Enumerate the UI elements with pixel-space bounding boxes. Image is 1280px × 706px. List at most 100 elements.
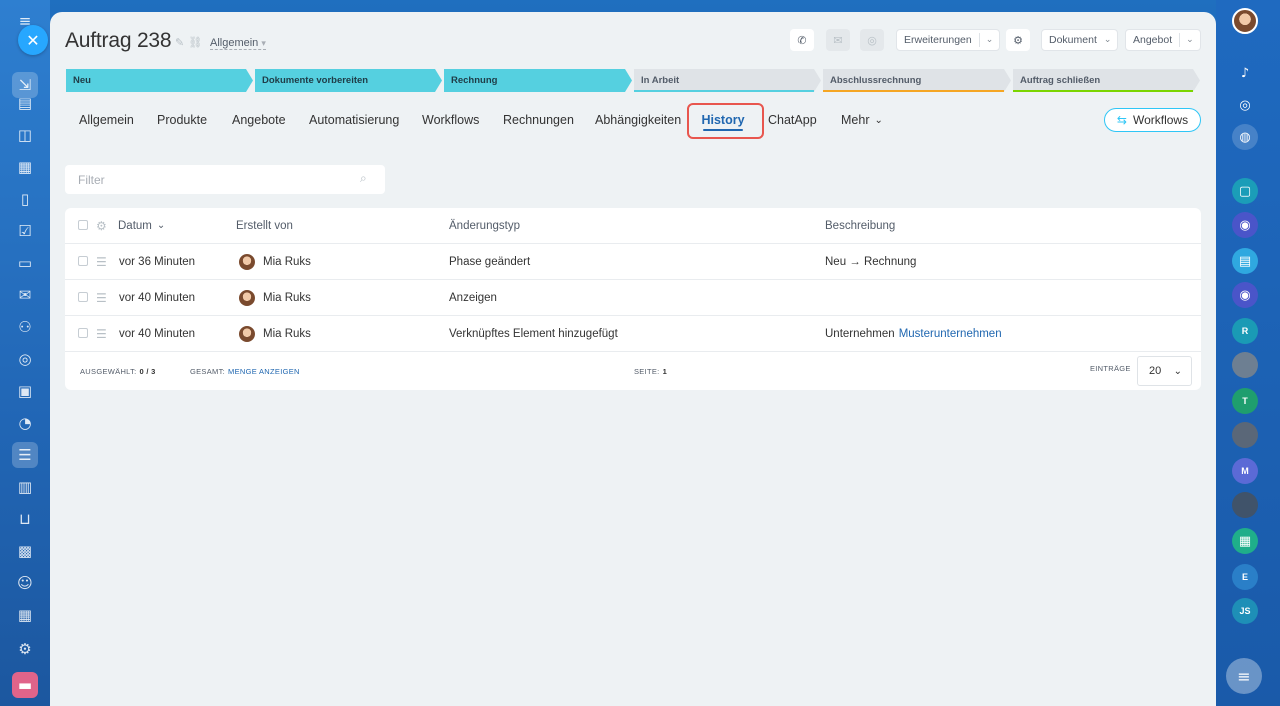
- sidebar-item-settings-icon[interactable]: ⚙: [12, 636, 38, 662]
- sidebar-item-monitor-icon[interactable]: ▣: [12, 378, 38, 404]
- support-icon[interactable]: ▤: [1232, 248, 1258, 274]
- row-checkbox[interactable]: [78, 256, 88, 266]
- chevron-down-icon: ⌄: [985, 35, 994, 45]
- total-count: Gesamt: Menge anzeigen: [190, 366, 300, 376]
- stage-auftrag-schliessen[interactable]: Auftrag schließen: [1013, 69, 1200, 92]
- active-tab-highlight: [687, 103, 764, 139]
- row-author[interactable]: Mia Ruks: [239, 244, 311, 279]
- search-icon[interactable]: ⌕: [360, 171, 367, 186]
- tab-workflows[interactable]: Workflows: [422, 104, 479, 136]
- workflows-button[interactable]: ⇆ Workflows: [1104, 108, 1201, 132]
- sidebar-item-storage-icon[interactable]: ▭: [12, 250, 38, 276]
- table-row[interactable]: ☰ vor 40 Minuten Mia Ruks Verknüpftes El…: [65, 316, 1201, 352]
- contact-avatar-js[interactable]: JS: [1232, 598, 1258, 624]
- history-table: ⚙ Datum ⌄ Erstellt von Änderungstyp Besch…: [65, 208, 1201, 390]
- sidebar-item-calendar-icon[interactable]: ▦: [12, 154, 38, 180]
- row-menu-icon[interactable]: ☰: [96, 244, 107, 279]
- tab-chatapp[interactable]: ChatApp: [768, 104, 817, 136]
- column-datum[interactable]: Datum ⌄: [118, 208, 165, 243]
- edit-link-icons[interactable]: ✎⛓: [175, 36, 206, 49]
- row-author[interactable]: Mia Ruks: [239, 316, 311, 351]
- sidebar-item-box-icon[interactable]: ▩: [12, 538, 38, 564]
- activity-icon[interactable]: ◎: [1232, 92, 1258, 118]
- sidebar-item-mail-icon[interactable]: ✉: [12, 282, 38, 308]
- chevron-down-icon: ▾: [261, 38, 266, 48]
- chevron-down-icon: ⌄: [1186, 35, 1194, 45]
- messages-icon[interactable]: ◍: [1232, 124, 1258, 150]
- table-row[interactable]: ☰ vor 36 Minuten Mia Ruks Phase geändert…: [65, 244, 1201, 280]
- stage-rechnung[interactable]: Rechnung: [444, 69, 632, 92]
- tab-mehr[interactable]: Mehr ⌄: [841, 104, 883, 136]
- table-header: ⚙ Datum ⌄ Erstellt von Änderungstyp Besch…: [65, 208, 1201, 244]
- company-link[interactable]: Musterunternehmen: [899, 328, 1002, 340]
- chat-button[interactable]: ◎: [860, 29, 884, 51]
- category-selector[interactable]: Allgemein ▾: [210, 37, 266, 50]
- page-title: Auftrag 238: [65, 29, 172, 52]
- sidebar-item-market-icon[interactable]: ▬: [12, 672, 38, 698]
- row-menu-icon[interactable]: ☰: [96, 316, 107, 351]
- stage-abschlussrechnung[interactable]: Abschlussrechnung: [823, 69, 1011, 92]
- row-checkbox[interactable]: [78, 292, 88, 302]
- sidebar-item-checklist-icon[interactable]: ☑: [12, 218, 38, 244]
- workflows-button-label: Workflows: [1132, 113, 1189, 127]
- column-beschreibung[interactable]: Beschreibung: [825, 208, 895, 243]
- contact-avatar-photo-3[interactable]: [1232, 492, 1258, 518]
- column-erstellt-von[interactable]: Erstellt von: [236, 208, 293, 243]
- search-chat-icon[interactable]: ▢: [1232, 178, 1258, 204]
- group-icon[interactable]: ▦: [1232, 528, 1258, 554]
- offer-button[interactable]: Angebot ⌄: [1125, 29, 1201, 51]
- contact-avatar-t[interactable]: T: [1232, 388, 1258, 414]
- sidebar-item-documents-icon[interactable]: ▯: [12, 186, 38, 212]
- offer-label: Angebot: [1133, 34, 1173, 46]
- channel-icon[interactable]: ◉: [1232, 212, 1258, 238]
- filter-input[interactable]: [65, 165, 385, 194]
- notifications-icon[interactable]: ♪: [1232, 60, 1258, 86]
- row-author[interactable]: Mia Ruks: [239, 280, 311, 315]
- sidebar-item-goals-icon[interactable]: ◔: [12, 410, 38, 436]
- column-aenderungstyp[interactable]: Änderungstyp: [449, 208, 520, 243]
- entries-per-page-select[interactable]: 20 ⌄: [1137, 356, 1192, 386]
- sidebar-item-crm-icon[interactable]: ☰: [12, 442, 38, 468]
- contact-avatar-photo-1[interactable]: [1232, 352, 1258, 378]
- sidebar-item-robot-icon[interactable]: ☺: [12, 570, 38, 596]
- document-button[interactable]: Dokument ⌄: [1041, 29, 1119, 51]
- sidebar-item-building-icon[interactable]: ▦: [12, 602, 38, 628]
- sidebar-item-target-icon[interactable]: ◎: [12, 346, 38, 372]
- tab-produkte[interactable]: Produkte: [157, 104, 207, 136]
- contact-avatar-r[interactable]: R: [1232, 318, 1258, 344]
- stage-neu[interactable]: Neu: [66, 69, 253, 92]
- tab-rechnungen[interactable]: Rechnungen: [503, 104, 574, 136]
- sidebar-item-tasks-icon[interactable]: ▤: [12, 90, 38, 116]
- sidebar-item-chat-icon[interactable]: ◫: [12, 122, 38, 148]
- tab-angebote[interactable]: Angebote: [232, 104, 286, 136]
- row-menu-icon[interactable]: ☰: [96, 280, 107, 315]
- show-total-link[interactable]: Menge anzeigen: [228, 367, 300, 376]
- settings-gear-button[interactable]: ⚙: [1006, 29, 1030, 51]
- document-label: Dokument: [1049, 34, 1097, 46]
- contact-avatar-m[interactable]: M: [1232, 458, 1258, 484]
- sidebar-item-reports-icon[interactable]: ▥: [12, 474, 38, 500]
- sidebar-item-groups-icon[interactable]: ⚇: [12, 314, 38, 340]
- tab-allgemein[interactable]: Allgemein: [79, 104, 134, 136]
- row-checkbox[interactable]: [78, 328, 88, 338]
- stage-in-arbeit[interactable]: In Arbeit: [634, 69, 821, 92]
- chat-menu-icon[interactable]: ≡: [1226, 658, 1262, 694]
- tab-abhaengigkeiten[interactable]: Abhängigkeiten: [595, 104, 681, 136]
- contact-avatar-photo-2[interactable]: [1232, 422, 1258, 448]
- category-label: Allgemein: [210, 37, 259, 49]
- channel-2-icon[interactable]: ◉: [1232, 282, 1258, 308]
- user-avatar[interactable]: [1232, 8, 1258, 34]
- mail-button[interactable]: ✉: [826, 29, 850, 51]
- contact-avatar-e[interactable]: E: [1232, 564, 1258, 590]
- tab-automatisierung[interactable]: Automatisierung: [309, 104, 399, 136]
- sidebar-item-shop-icon[interactable]: ⊔: [12, 506, 38, 532]
- table-footer: Ausgewählt: 0 / 3 Gesamt: Menge anzeigen S…: [65, 352, 1201, 390]
- stage-dokumente[interactable]: Dokumente vorbereiten: [255, 69, 442, 92]
- table-row[interactable]: ☰ vor 40 Minuten Mia Ruks Anzeigen: [65, 280, 1201, 316]
- row-date: vor 40 Minuten: [119, 327, 196, 340]
- extensions-button[interactable]: Erweiterungen ⌄: [896, 29, 1001, 51]
- close-icon[interactable]: ✕: [18, 25, 48, 55]
- gear-icon[interactable]: ⚙: [96, 208, 107, 243]
- select-all-checkbox[interactable]: [78, 220, 88, 230]
- call-button[interactable]: ✆: [790, 29, 814, 51]
